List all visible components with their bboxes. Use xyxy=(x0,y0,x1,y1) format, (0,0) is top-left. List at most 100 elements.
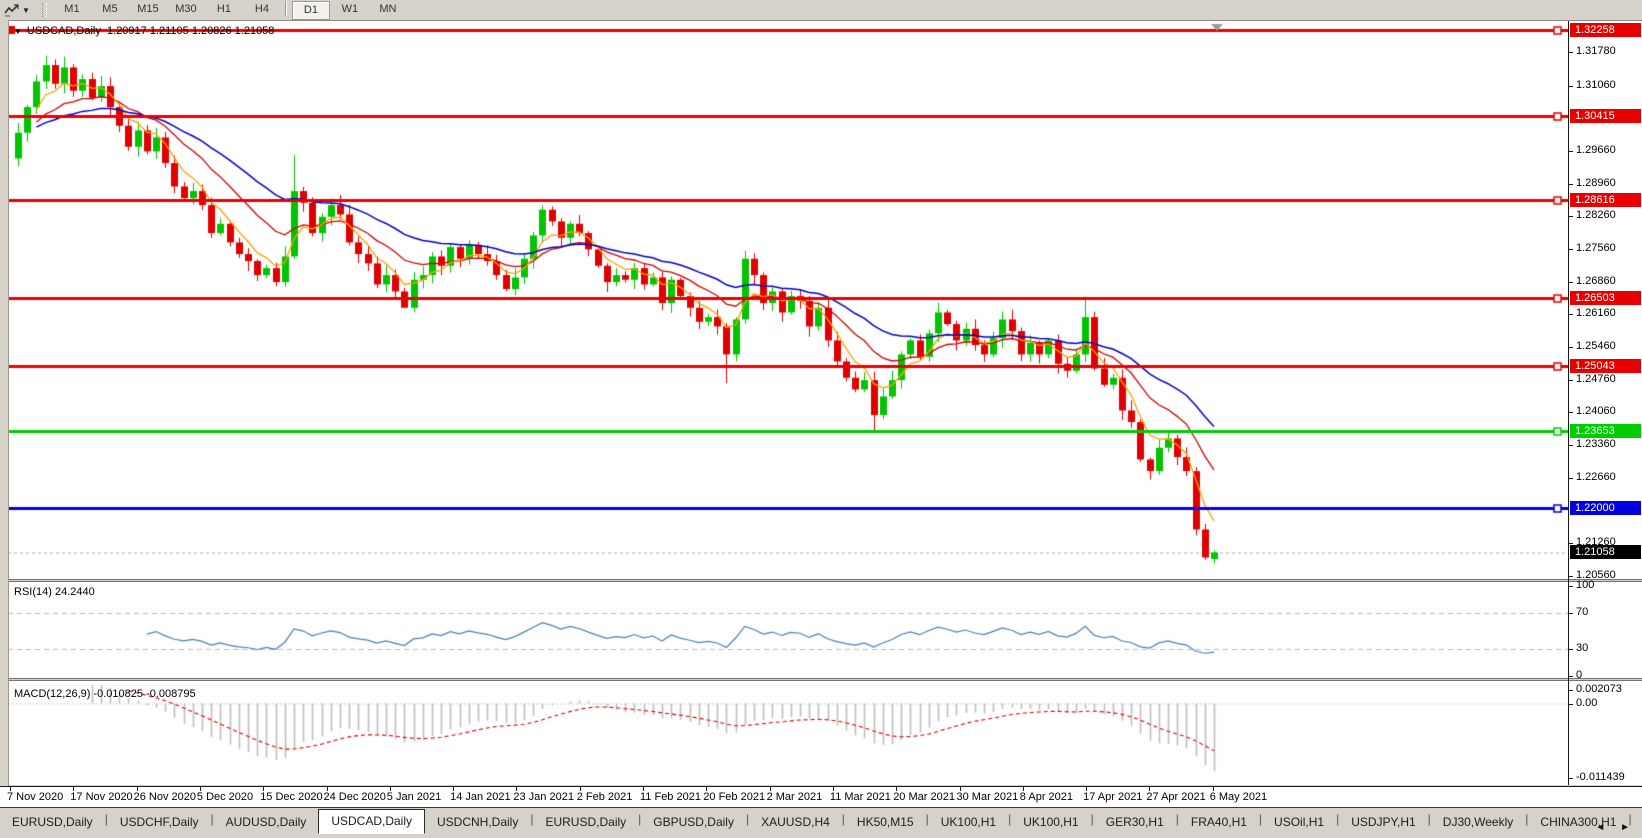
price-tick-mark xyxy=(1568,347,1573,348)
price-tick-label: 1.26160 xyxy=(1576,307,1616,319)
chart-tab-usdcnh-daily[interactable]: USDCNH,Daily xyxy=(425,812,530,833)
price-tick-mark xyxy=(1568,478,1573,479)
price-tick-label: 1.28260 xyxy=(1576,209,1616,221)
price-tick-label: 1.27560 xyxy=(1576,242,1616,254)
chart-tab-audusd-daily[interactable]: AUDUSD,Daily xyxy=(214,812,319,833)
timeframe-toolbar: ▼ M1M5M15M30H1H4 D1W1MN xyxy=(0,0,1642,21)
chart-tab-eurusd-daily[interactable]: EURUSD,Daily xyxy=(0,812,105,833)
rsi-canvas[interactable] xyxy=(8,582,1568,678)
rsi-indicator-panel[interactable] xyxy=(8,582,1642,678)
chart-tab-xauusd-h4[interactable]: XAUUSD,H4 xyxy=(749,812,842,833)
price-tick-mark xyxy=(1568,249,1573,250)
chart-tab-uk100-h1[interactable]: UK100,H1 xyxy=(929,812,1008,833)
chart-mode-dropdown-icon[interactable]: ▼ xyxy=(22,6,30,15)
price-tick-mark xyxy=(1568,412,1573,413)
chart-tab-usdchf-daily[interactable]: USDCHF,Daily xyxy=(108,812,211,833)
date-label: 30 Mar 2021 xyxy=(957,791,1019,803)
level-price-label: 1.22000 xyxy=(1570,501,1641,515)
level-price-label: 1.28616 xyxy=(1570,193,1641,207)
date-label: 11 Feb 2021 xyxy=(640,791,701,803)
timeframe-button-m1[interactable]: M1 xyxy=(54,1,90,18)
macd-canvas[interactable] xyxy=(8,681,1568,785)
price-tick-label: 1.24060 xyxy=(1576,405,1616,417)
price-tick-mark xyxy=(1568,543,1573,544)
level-price-label: 1.26503 xyxy=(1570,291,1641,305)
date-label: 17 Nov 2020 xyxy=(70,791,132,803)
price-tick-label: 1.29660 xyxy=(1576,144,1616,156)
chart-tab-uk100-h1[interactable]: UK100,H1 xyxy=(1011,812,1090,833)
level-price-label: 1.32258 xyxy=(1570,23,1641,37)
timeframe-button-w1[interactable]: W1 xyxy=(332,1,368,18)
date-label: 8 Apr 2021 xyxy=(1020,791,1073,803)
price-tick-mark xyxy=(1568,576,1573,577)
macd-tick-mark xyxy=(1568,704,1573,705)
macd-tick-mark xyxy=(1568,778,1573,779)
chart-tab-gbpusd-daily[interactable]: GBPUSD,Daily xyxy=(641,812,746,833)
price-tick-mark xyxy=(1568,52,1573,53)
date-label: 20 Feb 2021 xyxy=(703,791,765,803)
timeframe-button-m15[interactable]: M15 xyxy=(130,1,166,18)
timeframe-button-d1[interactable]: D1 xyxy=(292,1,330,20)
date-label: 2 Feb 2021 xyxy=(577,791,633,803)
price-chart-panel[interactable] xyxy=(8,21,1642,579)
chart-tab-usdjpy-h1[interactable]: USDJPY,H1 xyxy=(1339,812,1427,833)
toolbar-separator xyxy=(285,1,287,16)
chart-tab-eurusd-daily[interactable]: EURUSD,Daily xyxy=(533,812,638,833)
panel-separator[interactable] xyxy=(0,579,1642,582)
price-tick-label: 1.22660 xyxy=(1576,471,1616,483)
window-left-border xyxy=(0,20,9,838)
date-label: 27 Apr 2021 xyxy=(1146,791,1205,803)
price-tick-mark xyxy=(1568,184,1573,185)
date-label: 20 Mar 2021 xyxy=(893,791,955,803)
price-tick-mark xyxy=(1568,86,1573,87)
chart-tab-dj30-weekly[interactable]: DJ30,Weekly xyxy=(1431,812,1525,833)
price-tick-mark xyxy=(1568,151,1573,152)
chart-tab-usoil-h1[interactable]: USOil,H1 xyxy=(1262,812,1336,833)
chart-tab-fra40-h1[interactable]: FRA40,H1 xyxy=(1179,812,1259,833)
rsi-tick-label: 70 xyxy=(1576,606,1588,618)
level-price-label: 1.30415 xyxy=(1570,109,1641,123)
price-tick-label: 1.24760 xyxy=(1576,373,1616,385)
level-price-label: 1.25043 xyxy=(1570,359,1641,373)
main-chart-canvas[interactable] xyxy=(8,21,1568,579)
chart-collapse-icon[interactable]: ▼ xyxy=(14,27,22,36)
ohlc-values: 1.20917 1.21105 1.20826 1.21058 xyxy=(107,25,274,37)
price-tick-label: 1.31780 xyxy=(1576,45,1616,57)
timeframe-button-m5[interactable]: M5 xyxy=(92,1,128,18)
timeframe-button-h1[interactable]: H1 xyxy=(206,1,242,18)
price-tick-label: 1.31060 xyxy=(1576,79,1616,91)
chart-tab-usdcad-daily[interactable]: USDCAD,Daily xyxy=(318,809,425,834)
date-label: 5 Jan 2021 xyxy=(387,791,441,803)
level-price-label: 1.23653 xyxy=(1570,424,1641,438)
chart-mode-icon[interactable] xyxy=(4,3,20,17)
date-axis[interactable]: 7 Nov 2020 17 Nov 202026 Nov 20205 Dec 20… xyxy=(0,786,1642,807)
date-label: 5 Dec 2020 xyxy=(197,791,253,803)
price-tick-label: 1.26860 xyxy=(1576,275,1616,287)
price-tick-mark xyxy=(1568,380,1573,381)
macd-indicator-panel[interactable] xyxy=(8,681,1642,785)
rsi-tick-mark xyxy=(1568,586,1573,587)
chart-tab-hk50-m15[interactable]: HK50,M15 xyxy=(845,812,926,833)
rsi-tick-mark xyxy=(1568,613,1573,614)
window-bottom-border xyxy=(0,832,1642,838)
macd-tick-mark xyxy=(1568,690,1573,691)
date-label: 6 May 2021 xyxy=(1210,791,1267,803)
chart-tab-ger30-h1[interactable]: GER30,H1 xyxy=(1094,812,1176,833)
timeframe-button-h4[interactable]: H4 xyxy=(244,1,280,18)
date-label: 2 Mar 2021 xyxy=(767,791,823,803)
date-label: 7 Nov 2020 xyxy=(7,791,63,803)
date-label: 26 Nov 2020 xyxy=(134,791,196,803)
timeframe-button-mn[interactable]: MN xyxy=(370,1,406,18)
rsi-tick-mark xyxy=(1568,649,1573,650)
symbol-period-label: USDCAD,Daily xyxy=(27,25,101,37)
date-label: 11 Mar 2021 xyxy=(830,791,891,803)
toolbar-gripper[interactable] xyxy=(42,3,47,17)
price-axis-line xyxy=(1568,21,1569,785)
current-price-label: 1.21058 xyxy=(1570,545,1641,559)
timeframe-button-m30[interactable]: M30 xyxy=(168,1,204,18)
macd-label: MACD(12,26,9) -0.010825 -0.008795 xyxy=(14,688,196,700)
price-tick-label: 1.23360 xyxy=(1576,438,1616,450)
panel-separator[interactable] xyxy=(0,678,1642,681)
rsi-tick-label: 0 xyxy=(1576,669,1582,681)
rsi-tick-label: 30 xyxy=(1576,642,1588,654)
